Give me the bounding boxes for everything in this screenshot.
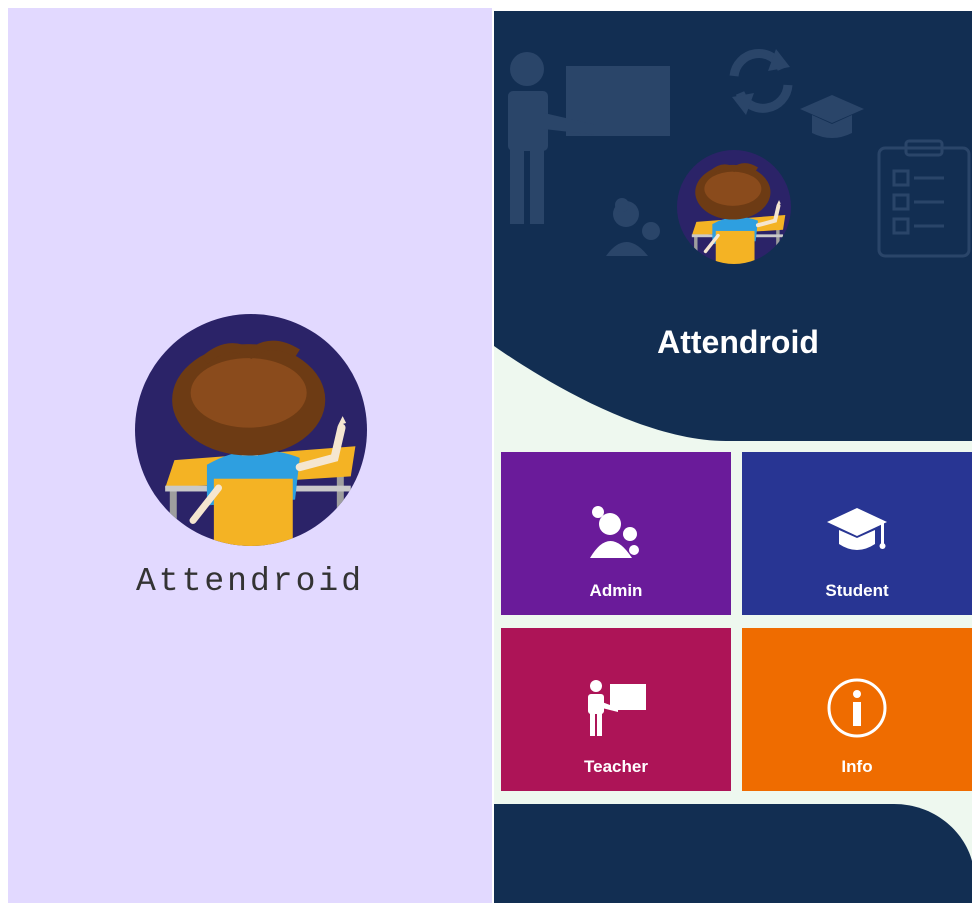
app-logo-icon (135, 314, 367, 546)
splash-screen: Attendroid (8, 8, 492, 903)
student-label: Student (825, 581, 889, 600)
teacher-board-icon (501, 676, 731, 740)
home-logo-icon (677, 150, 791, 264)
admin-label: Admin (589, 581, 643, 600)
info-icon (742, 676, 972, 740)
graduation-cap-icon (742, 500, 972, 564)
home-screen: Attendroid Admin Student Teacher Info (494, 11, 972, 903)
info-tile-button[interactable]: Info (742, 628, 972, 791)
splash-app-name: Attendroid (135, 563, 365, 600)
teacher-label: Teacher (584, 757, 648, 776)
student-tile-button[interactable]: Student (742, 452, 972, 615)
home-app-name: Attendroid (657, 324, 819, 360)
admin-gears-icon (501, 500, 731, 564)
teacher-tile-button[interactable]: Teacher (501, 628, 731, 791)
admin-tile-button[interactable]: Admin (501, 452, 731, 615)
info-label: Info (841, 757, 873, 776)
